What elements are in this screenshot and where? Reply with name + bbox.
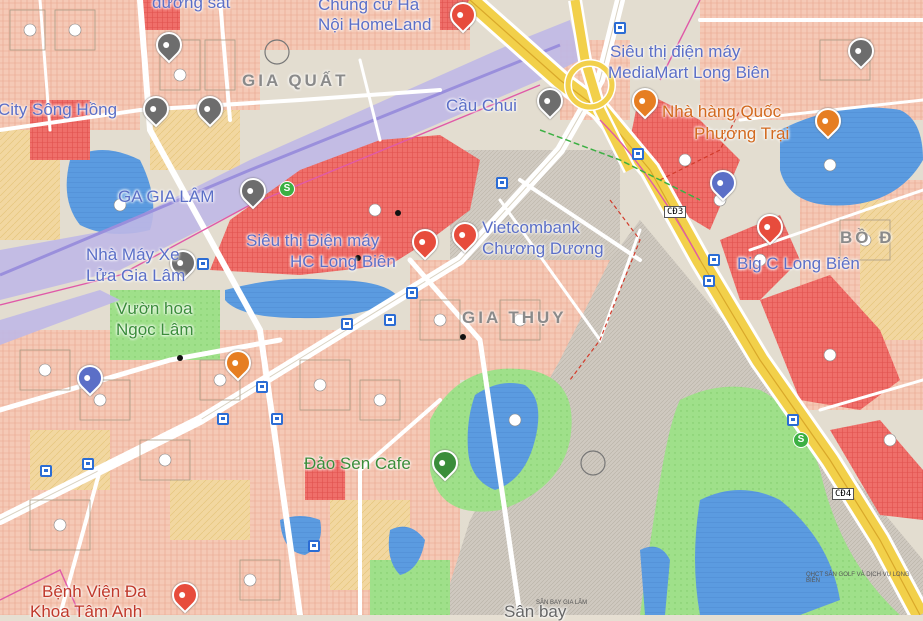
metro-station-icon[interactable]: S: [279, 181, 295, 197]
poi-label-nha-hang-2[interactable]: Phương Trại: [694, 125, 789, 142]
poi-label-nha-may-1[interactable]: Nhà Máy Xe: [86, 246, 180, 263]
area-label-gia-thuy: GIA THỤY: [462, 308, 567, 327]
bus-stop-icon[interactable]: [708, 254, 720, 266]
poi-label-nha-may-2[interactable]: Lửa Gia Lâm: [86, 267, 185, 284]
bus-stop-icon[interactable]: [406, 287, 418, 299]
metro-station-icon[interactable]: S: [793, 432, 809, 448]
road-code-label: CĐ4: [832, 488, 855, 500]
bus-stop-icon[interactable]: [197, 258, 209, 270]
bus-stop-icon[interactable]: [787, 414, 799, 426]
bus-stop-icon[interactable]: [256, 381, 268, 393]
road-code-label: CĐ3: [664, 206, 687, 218]
poi-label-benh-vien-1[interactable]: Bệnh Viện Đa: [42, 583, 147, 600]
area-label-gia-quat: GIA QUẤT: [242, 71, 349, 90]
bus-stop-icon[interactable]: [82, 458, 94, 470]
poi-label-benh-vien-2[interactable]: Khoa Tâm Anh: [30, 603, 142, 620]
poi-label-song-hong[interactable]: City Sông Hồng: [0, 101, 117, 118]
bus-stop-icon[interactable]: [703, 275, 715, 287]
poi-label-vietcombank-1[interactable]: Vietcombank: [482, 219, 580, 236]
poi-label-vuon-hoa-1[interactable]: Vườn hoa: [116, 300, 192, 317]
poi-label-dao-sen[interactable]: Đảo Sen Cafe: [304, 455, 411, 472]
poi-label-nha-hang-1[interactable]: Nhà hàng Quốc: [662, 103, 781, 120]
bus-stop-icon[interactable]: [40, 465, 52, 477]
poi-label-hc-1[interactable]: Siêu thị Điện máy: [246, 232, 379, 249]
area-label-bo-de: BỒ Đ: [840, 228, 895, 247]
poi-label-mediamart-2[interactable]: MediaMart Long Biên: [608, 64, 770, 81]
poi-label-mediamart-1[interactable]: Siêu thị điện máy: [610, 43, 740, 60]
poi-label-cau-chui[interactable]: Cầu Chui: [446, 97, 517, 114]
bus-stop-icon[interactable]: [341, 318, 353, 330]
bus-stop-icon[interactable]: [308, 540, 320, 552]
poi-label-homeland-1[interactable]: Chung cư Hà: [318, 0, 419, 13]
bus-stop-icon[interactable]: [271, 413, 283, 425]
bottom-note: SÂN BAY GIA LÂM: [536, 600, 588, 606]
bus-stop-icon[interactable]: [496, 177, 508, 189]
bus-stop-icon[interactable]: [217, 413, 229, 425]
golf-note: QHCT SÂN GOLF VÀ DỊCH VỤ LONG BIÊN: [806, 572, 910, 584]
bus-stop-icon[interactable]: [614, 22, 626, 34]
poi-label-vietcombank-2[interactable]: Chương Dương: [482, 240, 604, 257]
poi-label-ga-gia-lam[interactable]: GA GIA LÂM: [118, 188, 214, 205]
poi-label-homeland-2[interactable]: Nội HomeLand: [318, 16, 431, 33]
bus-stop-icon[interactable]: [632, 148, 644, 160]
poi-label-vuon-hoa-2[interactable]: Ngọc Lâm: [116, 321, 193, 338]
poi-label-hc-2[interactable]: HC Long Biên: [290, 253, 396, 270]
bus-stop-icon[interactable]: [384, 314, 396, 326]
poi-label-duong-sat[interactable]: đường sắt: [152, 0, 230, 11]
poi-label-big-c[interactable]: Big C Long Biên: [737, 255, 860, 272]
